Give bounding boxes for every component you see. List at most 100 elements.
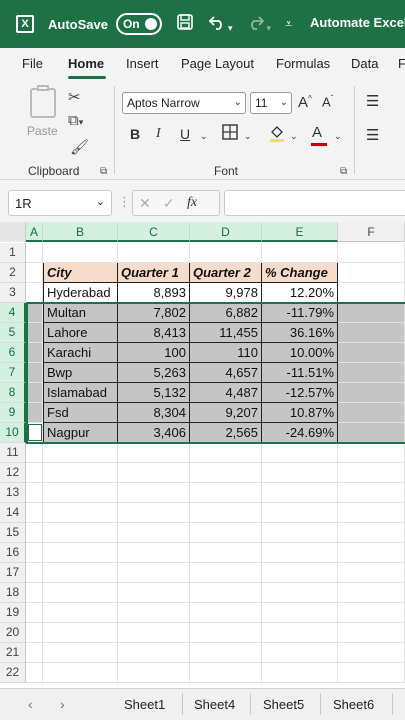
tab-home[interactable]: Home [68, 56, 104, 71]
grid-cell[interactable] [338, 543, 405, 563]
bold-button[interactable]: B [130, 126, 140, 142]
grid-cell[interactable] [190, 503, 262, 523]
grid-cell[interactable] [190, 443, 262, 463]
grid-cell[interactable] [26, 263, 43, 283]
grid-cell[interactable] [338, 343, 405, 363]
grid-cell[interactable] [26, 523, 43, 543]
chevron-right-icon[interactable]: › [60, 696, 65, 712]
font-launcher-icon[interactable]: ⧉ [340, 166, 347, 177]
grid-cell[interactable] [26, 243, 43, 263]
grid-cell[interactable] [118, 603, 190, 623]
grid-cell[interactable] [118, 543, 190, 563]
cut-icon[interactable]: ✂ [68, 88, 81, 106]
grid-cell[interactable] [338, 463, 405, 483]
font-color-icon[interactable]: A [311, 124, 327, 146]
grid-cell[interactable] [338, 363, 405, 383]
grid-cell[interactable] [338, 263, 405, 283]
align-left-icon[interactable]: ☰ [366, 126, 379, 144]
grid-cell[interactable] [43, 463, 118, 483]
grow-font-icon[interactable]: A^ [298, 94, 312, 111]
grid-cell[interactable] [190, 663, 262, 683]
row-header[interactable]: 14 [0, 503, 26, 523]
grid-cell[interactable] [43, 603, 118, 623]
paste-icon[interactable] [30, 88, 56, 118]
table-cell[interactable]: 10.87% [262, 403, 338, 423]
table-cell[interactable]: 8,304 [118, 403, 190, 423]
grid-cell[interactable] [43, 563, 118, 583]
tab-formulas[interactable]: Formulas [276, 56, 330, 71]
row-header[interactable]: 1 [0, 243, 26, 263]
chevron-down-icon[interactable]: ⌄ [244, 131, 252, 142]
grid-cell[interactable] [26, 483, 43, 503]
table-header-cell[interactable]: City [43, 263, 118, 283]
table-cell[interactable]: 4,487 [190, 383, 262, 403]
grid-cell[interactable] [26, 283, 43, 303]
grid-cell[interactable] [26, 403, 43, 423]
grid-cell[interactable] [26, 323, 43, 343]
insert-function-icon[interactable]: fx [187, 195, 197, 211]
grid-cell[interactable] [26, 603, 43, 623]
grid-cell[interactable] [262, 503, 338, 523]
row-header[interactable]: 4 [0, 303, 26, 323]
chevron-down-icon[interactable]: ⌄ [200, 131, 208, 142]
tab-insert[interactable]: Insert [126, 56, 159, 71]
clipboard-launcher-icon[interactable]: ⧉ [100, 166, 107, 177]
table-cell[interactable]: 110 [190, 343, 262, 363]
sheet-tab-sheet4[interactable]: Sheet4 [194, 697, 235, 712]
grid-cell[interactable] [190, 463, 262, 483]
row-header[interactable]: 7 [0, 363, 26, 383]
table-cell[interactable]: 3,406 [118, 423, 190, 443]
row-header[interactable]: 15 [0, 523, 26, 543]
grid-cell[interactable] [43, 483, 118, 503]
confirm-icon[interactable]: ✓ [163, 195, 175, 212]
table-cell[interactable]: 5,132 [118, 383, 190, 403]
grid-cell[interactable] [190, 583, 262, 603]
grid-cell[interactable] [262, 543, 338, 563]
grid-cell[interactable] [26, 583, 43, 603]
grid-cell[interactable] [26, 563, 43, 583]
grid-cell[interactable] [118, 523, 190, 543]
grid-cell[interactable] [262, 243, 338, 263]
table-cell[interactable]: 100 [118, 343, 190, 363]
grid-cell[interactable] [262, 623, 338, 643]
grid-cell[interactable] [118, 503, 190, 523]
select-all-corner[interactable] [0, 222, 26, 242]
row-header[interactable]: 20 [0, 623, 26, 643]
column-header-b[interactable]: B [43, 222, 118, 242]
row-header[interactable]: 16 [0, 543, 26, 563]
grid-cell[interactable] [262, 663, 338, 683]
grid-cell[interactable] [190, 563, 262, 583]
table-cell[interactable]: 36.16% [262, 323, 338, 343]
table-cell[interactable]: 10.00% [262, 343, 338, 363]
grid-cell[interactable] [43, 583, 118, 603]
grid-cell[interactable] [43, 623, 118, 643]
tab-file[interactable]: File [22, 56, 43, 71]
name-box[interactable]: 1R ⌄ [8, 190, 112, 216]
row-header[interactable]: 13 [0, 483, 26, 503]
grid-cell[interactable] [26, 383, 43, 403]
grid-cell[interactable] [118, 443, 190, 463]
grid-cell[interactable] [26, 423, 43, 443]
font-size-select[interactable]: 11 ⌄ [250, 92, 292, 114]
row-header[interactable]: 6 [0, 343, 26, 363]
sheet-tab-sheet5[interactable]: Sheet5 [263, 697, 304, 712]
grid-cell[interactable] [190, 623, 262, 643]
column-header-d[interactable]: D [190, 222, 262, 242]
grid-cell[interactable] [338, 323, 405, 343]
grid-cell[interactable] [338, 643, 405, 663]
row-header[interactable]: 9 [0, 403, 26, 423]
table-cell[interactable]: Hyderabad [43, 283, 118, 303]
grid-cell[interactable] [118, 643, 190, 663]
copy-icon[interactable]: ⧉▾ [68, 112, 83, 129]
grid-cell[interactable] [338, 243, 405, 263]
tab-data[interactable]: Data [351, 56, 378, 71]
sheet-tab-sheet1[interactable]: Sheet1 [124, 697, 165, 712]
column-header-c[interactable]: C [118, 222, 190, 242]
row-header[interactable]: 5 [0, 323, 26, 343]
chevron-left-icon[interactable]: ‹ [28, 696, 33, 712]
font-name-select[interactable]: Aptos Narrow ⌄ [122, 92, 246, 114]
table-cell[interactable]: 2,565 [190, 423, 262, 443]
grid-cell[interactable] [118, 583, 190, 603]
grid-cell[interactable] [118, 563, 190, 583]
grid-cell[interactable] [338, 443, 405, 463]
